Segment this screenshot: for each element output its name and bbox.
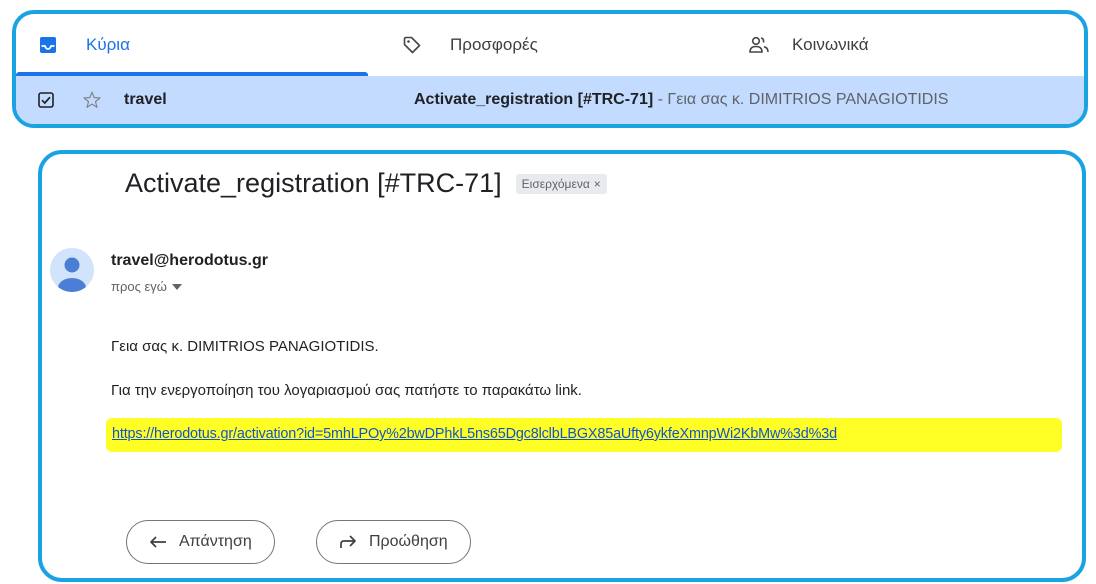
sender-address[interactable]: travel@herodotus.gr: [111, 252, 268, 270]
row-sender: travel: [124, 91, 167, 108]
row-snippet: - Γεια σας κ. DIMITRIOS PANAGIOTIDIS: [653, 91, 949, 108]
reply-button[interactable]: Απάντηση: [126, 520, 275, 564]
email-subject: Activate_registration [#TRC-71]: [125, 168, 502, 198]
row-subject: Activate_registration [#TRC-71]: [414, 91, 654, 108]
inbox-panel: Κύρια Προσφορές Κοινωνικά travel Activat…: [12, 10, 1088, 128]
forward-arrow-icon: [340, 535, 356, 548]
recipient-line[interactable]: προς εγώ: [111, 279, 182, 294]
tab-promotions-label: Προσφορές: [450, 35, 538, 54]
email-subject-line: Activate_registration [#TRC-71] Εισερχόμ…: [125, 168, 607, 199]
reply-arrow-icon: [150, 536, 166, 548]
email-view-panel: Activate_registration [#TRC-71] Εισερχόμ…: [38, 150, 1086, 582]
link-highlight: https://herodotus.gr/activation?id=5mhLP…: [106, 418, 1062, 452]
star-icon[interactable]: [82, 90, 102, 110]
remove-label-icon[interactable]: ×: [594, 177, 601, 191]
people-icon: [749, 36, 769, 53]
person-avatar-icon: [50, 248, 94, 292]
activation-link[interactable]: https://herodotus.gr/activation?id=5mhLP…: [112, 426, 837, 442]
tab-promotions[interactable]: Προσφορές: [402, 14, 538, 76]
recipient-text: προς εγώ: [111, 279, 167, 294]
email-greeting: Γεια σας κ. DIMITRIOS PANAGIOTIDIS.: [111, 338, 379, 355]
row-subject-snippet: Activate_registration [#TRC-71] - Γεια σ…: [414, 91, 948, 109]
tab-social-label: Κοινωνικά: [792, 35, 869, 54]
tag-icon: [403, 36, 421, 54]
sender-avatar: [50, 248, 94, 292]
tab-primary[interactable]: Κύρια: [16, 14, 368, 76]
inbox-icon: [40, 37, 56, 53]
forward-button-label: Προώθηση: [369, 533, 448, 550]
inbox-label-chip[interactable]: Εισερχόμενα ×: [515, 173, 607, 194]
dropdown-caret-icon[interactable]: [171, 283, 182, 290]
tab-social[interactable]: Κοινωνικά: [748, 14, 869, 76]
category-tabs: Κύρια Προσφορές Κοινωνικά: [16, 14, 1084, 76]
forward-button[interactable]: Προώθηση: [316, 520, 471, 564]
email-row-selected[interactable]: travel Activate_registration [#TRC-71] -…: [16, 76, 1084, 124]
tab-primary-label: Κύρια: [86, 35, 130, 54]
checkbox-checked-icon[interactable]: [38, 92, 54, 108]
label-chip-text: Εισερχόμενα: [521, 176, 590, 191]
reply-button-label: Απάντηση: [179, 533, 252, 550]
email-instruction: Για την ενεργοποίηση του λογαριασμού σας…: [111, 382, 582, 399]
